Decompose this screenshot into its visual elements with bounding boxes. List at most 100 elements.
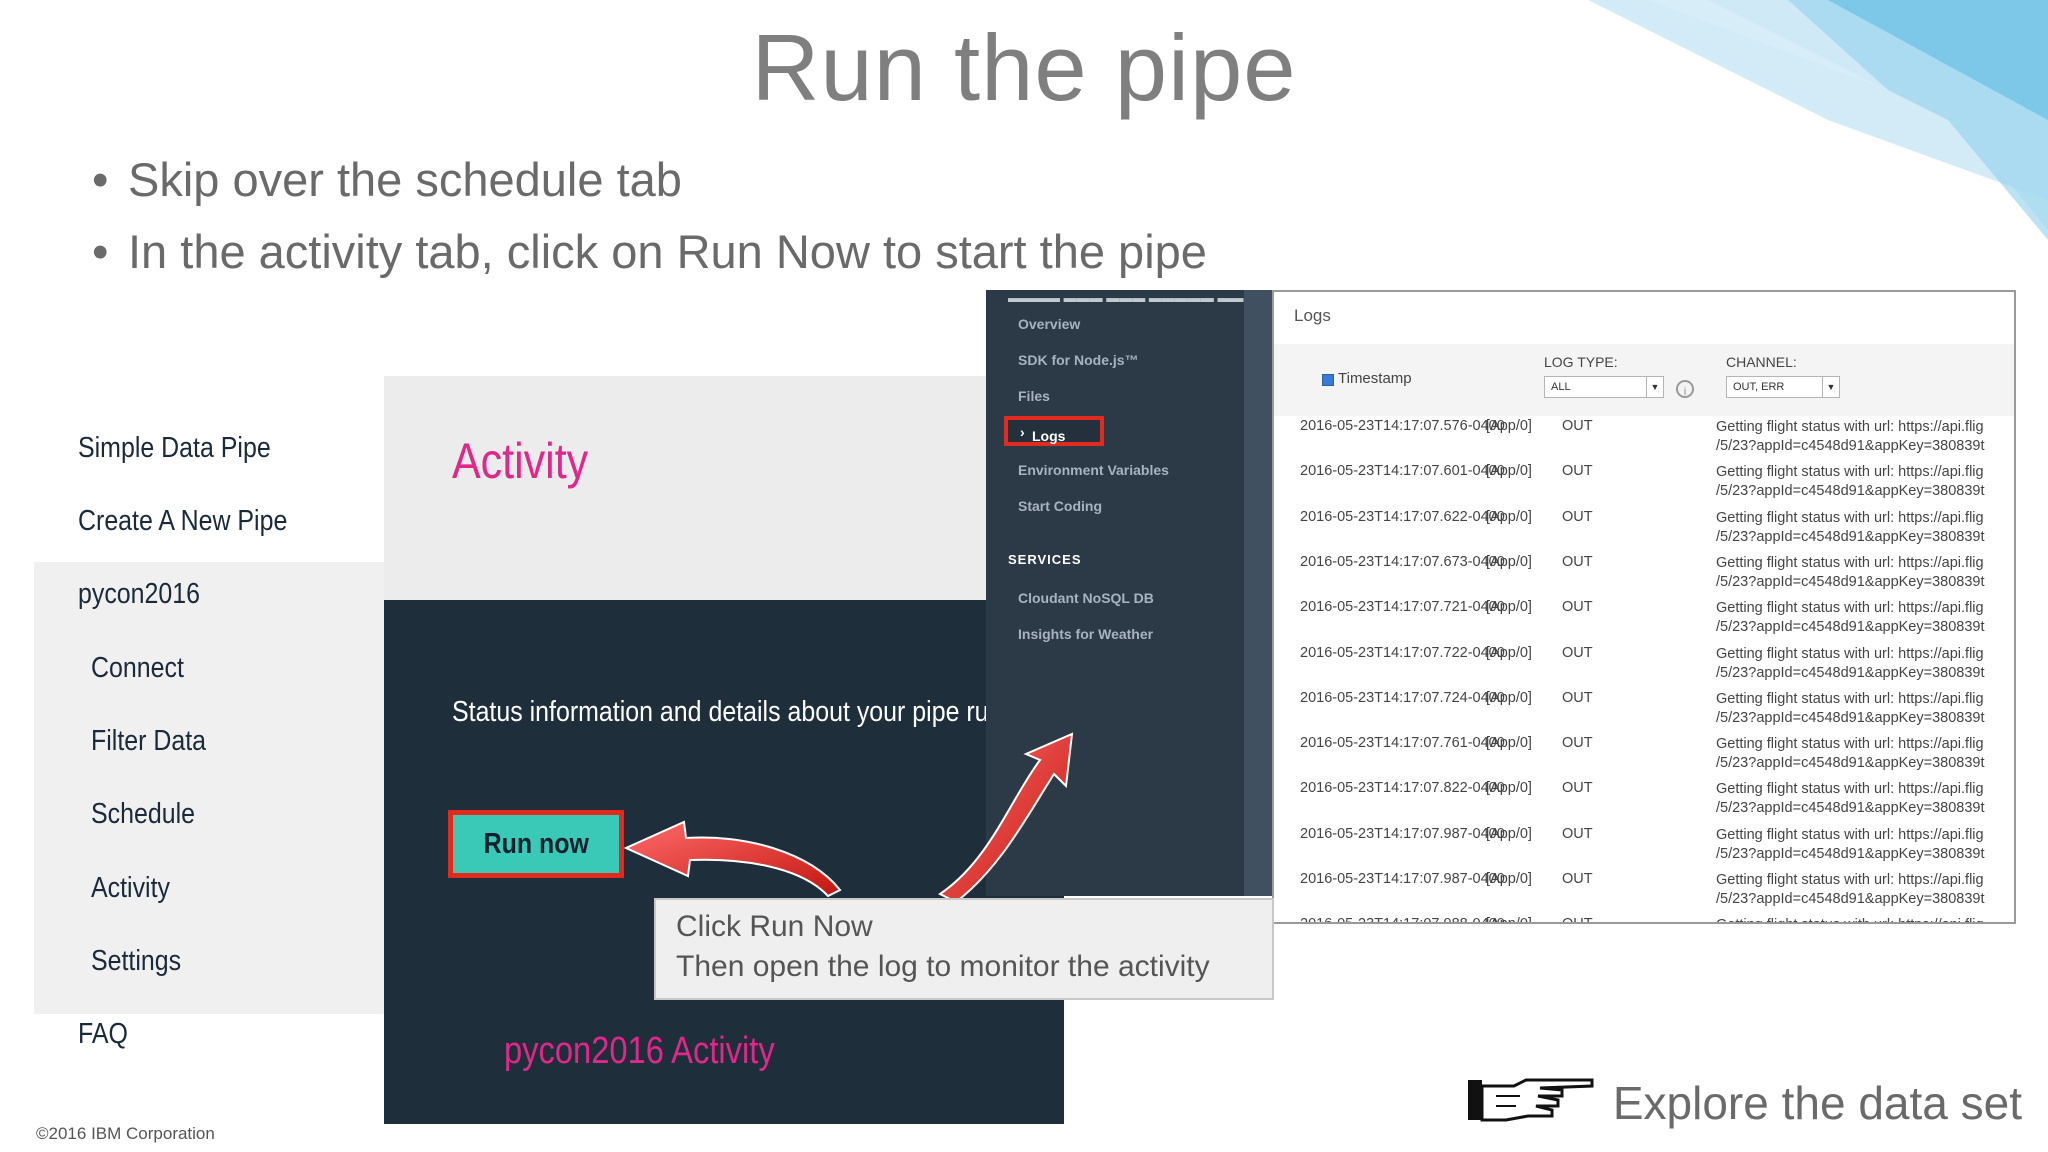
log-message-line: Getting flight status with url: https://…	[1716, 645, 1984, 662]
log-channel: OUT	[1562, 463, 1593, 480]
log-message: Getting flight status with url: https://…	[1716, 871, 1985, 909]
log-channel: OUT	[1562, 780, 1593, 797]
side-nav-scroll-strip	[1244, 290, 1272, 896]
nav-item-connect[interactable]: Connect	[91, 652, 184, 685]
log-channel: OUT	[1562, 825, 1593, 842]
log-source: [App/0]	[1486, 644, 1532, 661]
log-row: 2016-05-23T14:17:07.722-0400 [App/0] OUT Ge…	[1300, 644, 2014, 690]
log-channel: OUT	[1562, 599, 1593, 616]
explore-data-set-link[interactable]: Explore the data set	[1613, 1076, 2022, 1130]
run-now-button[interactable]: Run now	[448, 810, 624, 878]
log-message-line: Getting flight status with url: https://…	[1716, 464, 1984, 481]
dropdown-arrow-icon: ▼	[1822, 377, 1839, 397]
log-timestamp: 2016-05-23T14:17:07.673-0400	[1300, 553, 1505, 570]
log-channel: OUT	[1562, 916, 1593, 922]
log-source: [App/0]	[1486, 599, 1532, 616]
log-source: [App/0]	[1486, 735, 1532, 752]
side-item-logs-label: Logs ›	[1020, 424, 1066, 444]
nav-item-pycon2016[interactable]: pycon2016	[78, 578, 200, 611]
log-row: 2016-05-23T14:17:07.988-0400[App/0] OUT Ge…	[1300, 916, 2014, 922]
log-type-select[interactable]: ALL ▼	[1544, 376, 1664, 398]
activity-title: Activity	[452, 433, 589, 489]
log-message: Getting flight status with url: https://…	[1716, 735, 1985, 773]
log-type-value: ALL	[1551, 381, 1571, 393]
nav-item-simple-data-pipe[interactable]: Simple Data Pipe	[78, 432, 271, 465]
log-timestamp: 2016-05-23T14:17:07.724-0400	[1300, 689, 1505, 706]
nav-item-schedule[interactable]: Schedule	[91, 798, 195, 831]
bullet-text: Skip over the schedule tab	[128, 153, 682, 206]
log-channel: OUT	[1562, 418, 1593, 434]
log-timestamp: 2016-05-23T14:17:07.576-0400	[1300, 418, 1505, 434]
logs-filter-bar: Timestamp LOG TYPE: ALL ▼ i CHANNEL: OUT…	[1274, 344, 2014, 416]
nav-selected-group	[34, 562, 384, 1014]
nav-item-filter-data[interactable]: Filter Data	[91, 725, 206, 758]
log-message: Getting flight status with url: https://…	[1716, 916, 1984, 922]
log-row: 2016-05-23T14:17:07.761-0400 [App/0] OUT Ge…	[1300, 735, 2014, 780]
log-timestamp: 2016-05-23T14:17:07.721-0400	[1300, 599, 1505, 616]
logs-panel: Logs Timestamp LOG TYPE: ALL ▼ i CHANNEL…	[1272, 290, 2016, 924]
channel-value: OUT, ERR	[1733, 381, 1785, 393]
log-timestamp: 2016-05-23T14:17:07.722-0400	[1300, 644, 1505, 661]
log-message: Getting flight status with url: https://…	[1716, 463, 1985, 501]
log-row: 2016-05-23T14:17:07.822-0400 [App/0] OUT Ge…	[1300, 780, 2014, 825]
callout-line-2: Then open the log to monitor the activit…	[676, 950, 1210, 983]
pointing-hand-icon	[1468, 1078, 1594, 1122]
log-message-line: Getting flight status with url: https://…	[1716, 872, 1984, 888]
bullet-item: • In the activity tab, click on Run Now t…	[92, 220, 1207, 292]
log-channel: OUT	[1562, 508, 1593, 525]
log-channel: OUT	[1562, 735, 1593, 752]
bullet-text: In the activity tab, click on Run Now to…	[128, 225, 1207, 278]
chevron-right-icon: ›	[1020, 424, 1025, 440]
log-channel: OUT	[1562, 871, 1593, 887]
log-source: [App/0]	[1486, 463, 1532, 480]
log-timestamp: 2016-05-23T14:17:07.622-0400	[1300, 508, 1505, 525]
nav-item-faq[interactable]: FAQ	[78, 1018, 128, 1051]
instruction-callout: Click Run Now Then open the log to monit…	[654, 898, 1274, 1000]
log-timestamp: 2016-05-23T14:17:07.987-0400	[1300, 825, 1505, 842]
side-nav-cutoff-header: ▬▬▬▬ ▬▬▬ ▬▬▬ ▬▬▬▬▬ ▬▬	[1008, 290, 1244, 305]
log-message: Getting flight status with url: https://…	[1716, 554, 1985, 592]
nav-item-activity[interactable]: Activity	[91, 872, 170, 905]
logs-title: Logs	[1294, 306, 1331, 325]
side-item-env-vars[interactable]: Environment Variables	[1018, 462, 1169, 478]
log-type-label: LOG TYPE:	[1544, 354, 1618, 370]
log-message: Getting flight status with url: https://…	[1716, 826, 1985, 864]
log-source: [App/0]	[1486, 780, 1532, 797]
timestamp-checkbox[interactable]	[1322, 374, 1334, 386]
side-item-overview[interactable]: Overview	[1018, 316, 1080, 332]
log-message-line: Getting flight status with url: https://…	[1716, 509, 1984, 526]
log-message-line: /5/23?appId=c4548d91&appKey=380839t	[1716, 800, 1985, 817]
activity-header: Activity	[384, 376, 1064, 600]
log-message-line: Getting flight status with url: https://…	[1716, 690, 1984, 707]
info-icon[interactable]: i	[1676, 380, 1694, 398]
log-message: Getting flight status with url: https://…	[1716, 645, 1985, 683]
callout-line-1: Click Run Now	[676, 910, 873, 943]
log-timestamp: 2016-05-23T14:17:07.822-0400	[1300, 780, 1505, 797]
log-message-line: Getting flight status with url: https://…	[1716, 419, 1984, 435]
log-timestamp: 2016-05-23T14:17:07.761-0400	[1300, 735, 1505, 752]
pipe-nav-panel: Simple Data Pipe Create A New Pipe pycon…	[34, 412, 384, 1082]
log-message-line: /5/23?appId=c4548d91&appKey=380839t	[1716, 483, 1985, 500]
run-now-label: Run now	[483, 827, 589, 860]
log-row: 2016-05-23T14:17:07.987-0400 [App/0] OUT Ge…	[1300, 825, 2014, 871]
log-message: Getting flight status with url: https://…	[1716, 509, 1985, 547]
log-source: [App/0]	[1486, 508, 1532, 525]
bullet-list: • Skip over the schedule tab • In the acti…	[92, 148, 1207, 292]
log-row: 2016-05-23T14:17:07.622-0400 [App/0] OUT Ge…	[1300, 508, 2014, 554]
side-item-files[interactable]: Files	[1018, 388, 1050, 404]
side-item-weather[interactable]: Insights for Weather	[1018, 626, 1153, 642]
log-message: Getting flight status with url: https://…	[1716, 599, 1985, 637]
side-item-cloudant[interactable]: Cloudant NoSQL DB	[1018, 590, 1154, 606]
log-message-line: /5/23?appId=c4548d91&appKey=380839t	[1716, 709, 1985, 726]
side-item-sdk[interactable]: SDK for Node.js™	[1018, 352, 1139, 368]
channel-select[interactable]: OUT, ERR ▼	[1726, 376, 1840, 398]
side-item-logs[interactable]: Logs ›	[1004, 416, 1104, 446]
nav-item-settings[interactable]: Settings	[91, 945, 181, 978]
log-message-line: Getting flight status with url: https://…	[1716, 600, 1984, 617]
log-channel: OUT	[1562, 553, 1593, 570]
side-item-start-coding[interactable]: Start Coding	[1018, 498, 1102, 514]
nav-item-create-new-pipe[interactable]: Create A New Pipe	[78, 505, 287, 538]
log-message: Getting flight status with url: https://…	[1716, 418, 1985, 456]
services-header: SERVICES	[1008, 552, 1082, 567]
log-timestamp: 2016-05-23T14:17:07.988-0400	[1300, 916, 1505, 922]
